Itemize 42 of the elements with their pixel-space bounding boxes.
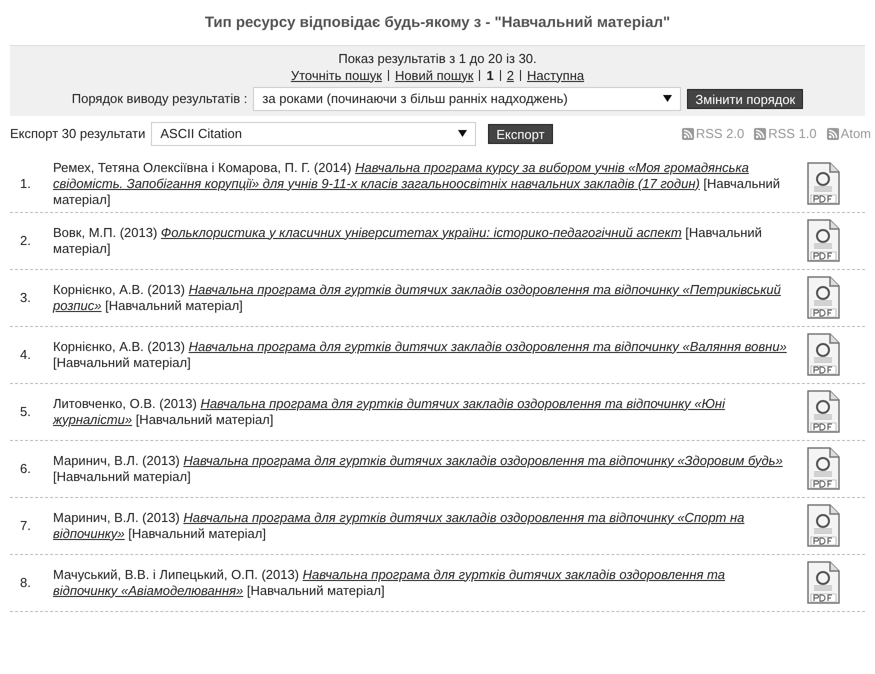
pdf-file-icon[interactable] <box>805 218 841 262</box>
rss-icon <box>682 128 694 140</box>
page-link[interactable]: 2 <box>506 66 514 84</box>
result-citation: Корнієнко, А.В. (2013) Навчальна програма для гуртків дитячих закладів оздоровлення та відпочинку «Валяння вовни» [Навчальний матеріал] <box>53 338 788 370</box>
export-button[interactable]: Експорт <box>488 124 553 144</box>
result-number: 1. <box>19 174 32 193</box>
page-link[interactable]: 1 <box>486 66 494 84</box>
result-number: 3. <box>19 288 32 307</box>
result-number: 7. <box>19 516 32 535</box>
dropdown-arrow-icon <box>458 130 468 137</box>
nav-link[interactable]: Уточніть пошук <box>290 66 382 84</box>
rss-icon <box>826 128 839 140</box>
result-citation: Маринич, В.Л. (2013) Навчальна програма для гуртків дитячих закладів оздоровлення та відпочинку «Здоровим будь» [Навчальний матеріал] <box>53 452 784 484</box>
result-citation: Корнієнко, А.В. (2013) Навчальна програма для гуртків дитячих закладів оздоровлення та відпочинку «Петриківський розпис» [Навчальний матеріал] <box>53 282 782 314</box>
result-citation: Ремех, Тетяна Олексіївна і Комарова, П. Г. (2014) Навчальна програма курсу за вибором учнів «Моя громадянська свідомість. Запобігання корупції» для учнів 9-11-х класів загальноосвітніх навчальних закладів (17 годин) [Навчальний матеріал] <box>53 160 782 208</box>
pdf-file-icon[interactable] <box>805 332 841 376</box>
export-format-select[interactable]: ASCII Citation <box>151 122 476 146</box>
nav-link[interactable]: Новий пошук <box>394 66 474 84</box>
rss-icon <box>754 128 766 140</box>
result-number: 5. <box>19 402 32 421</box>
change-order-button[interactable]: Змінити порядок <box>687 88 804 108</box>
order-select[interactable]: за роками (починаючи з більш ранніх надходжень) <box>253 86 682 110</box>
result-number: 4. <box>19 346 32 364</box>
result-number: 2. <box>19 232 32 250</box>
result-citation: Мачуський, В.В. і Липецький, О.П. (2013) Навчальна програма для гуртків дитячих закладів оздоровлення та відпочинку «Авіамоделювання» [Навчальний матеріал] <box>53 566 726 598</box>
pdf-file-icon[interactable] <box>805 162 841 206</box>
result-number: 8. <box>19 574 32 592</box>
result-citation: Вовк, М.П. (2013) Фольклористика у класичних університетах україни: історико-педагогічний аспект [Навчальний матеріал] <box>53 224 763 256</box>
pdf-file-icon[interactable] <box>805 276 841 320</box>
pdf-file-icon[interactable] <box>805 446 841 490</box>
dropdown-arrow-icon <box>663 95 672 102</box>
pdf-file-icon[interactable] <box>805 504 841 548</box>
nav-link[interactable]: Наступна <box>526 66 584 84</box>
result-citation: Литовченко, О.В. (2013) Навчальна програма для гуртків дитячих закладів оздоровлення та відпочинку «Юні журналісти» [Навчальний матеріал] <box>53 396 726 428</box>
pdf-file-icon[interactable] <box>805 560 841 604</box>
order-label: Порядок виводу результатів : <box>72 90 248 108</box>
result-citation: Маринич, В.Л. (2013) Навчальна програма для гуртків дитячих закладів оздоровлення та відпочинку «Спорт на відпочинку» [Навчальний матеріал] <box>53 510 746 542</box>
result-number: 6. <box>19 460 32 478</box>
export-label: Експорт 30 результати <box>10 124 146 143</box>
results-summary: Показ результатів з 1 до 20 із 30. <box>338 50 537 66</box>
pdf-file-icon[interactable] <box>805 390 841 434</box>
page-heading: Тип ресурсу відповідає будь-якому з - "Навчальний матеріал" <box>204 13 670 33</box>
